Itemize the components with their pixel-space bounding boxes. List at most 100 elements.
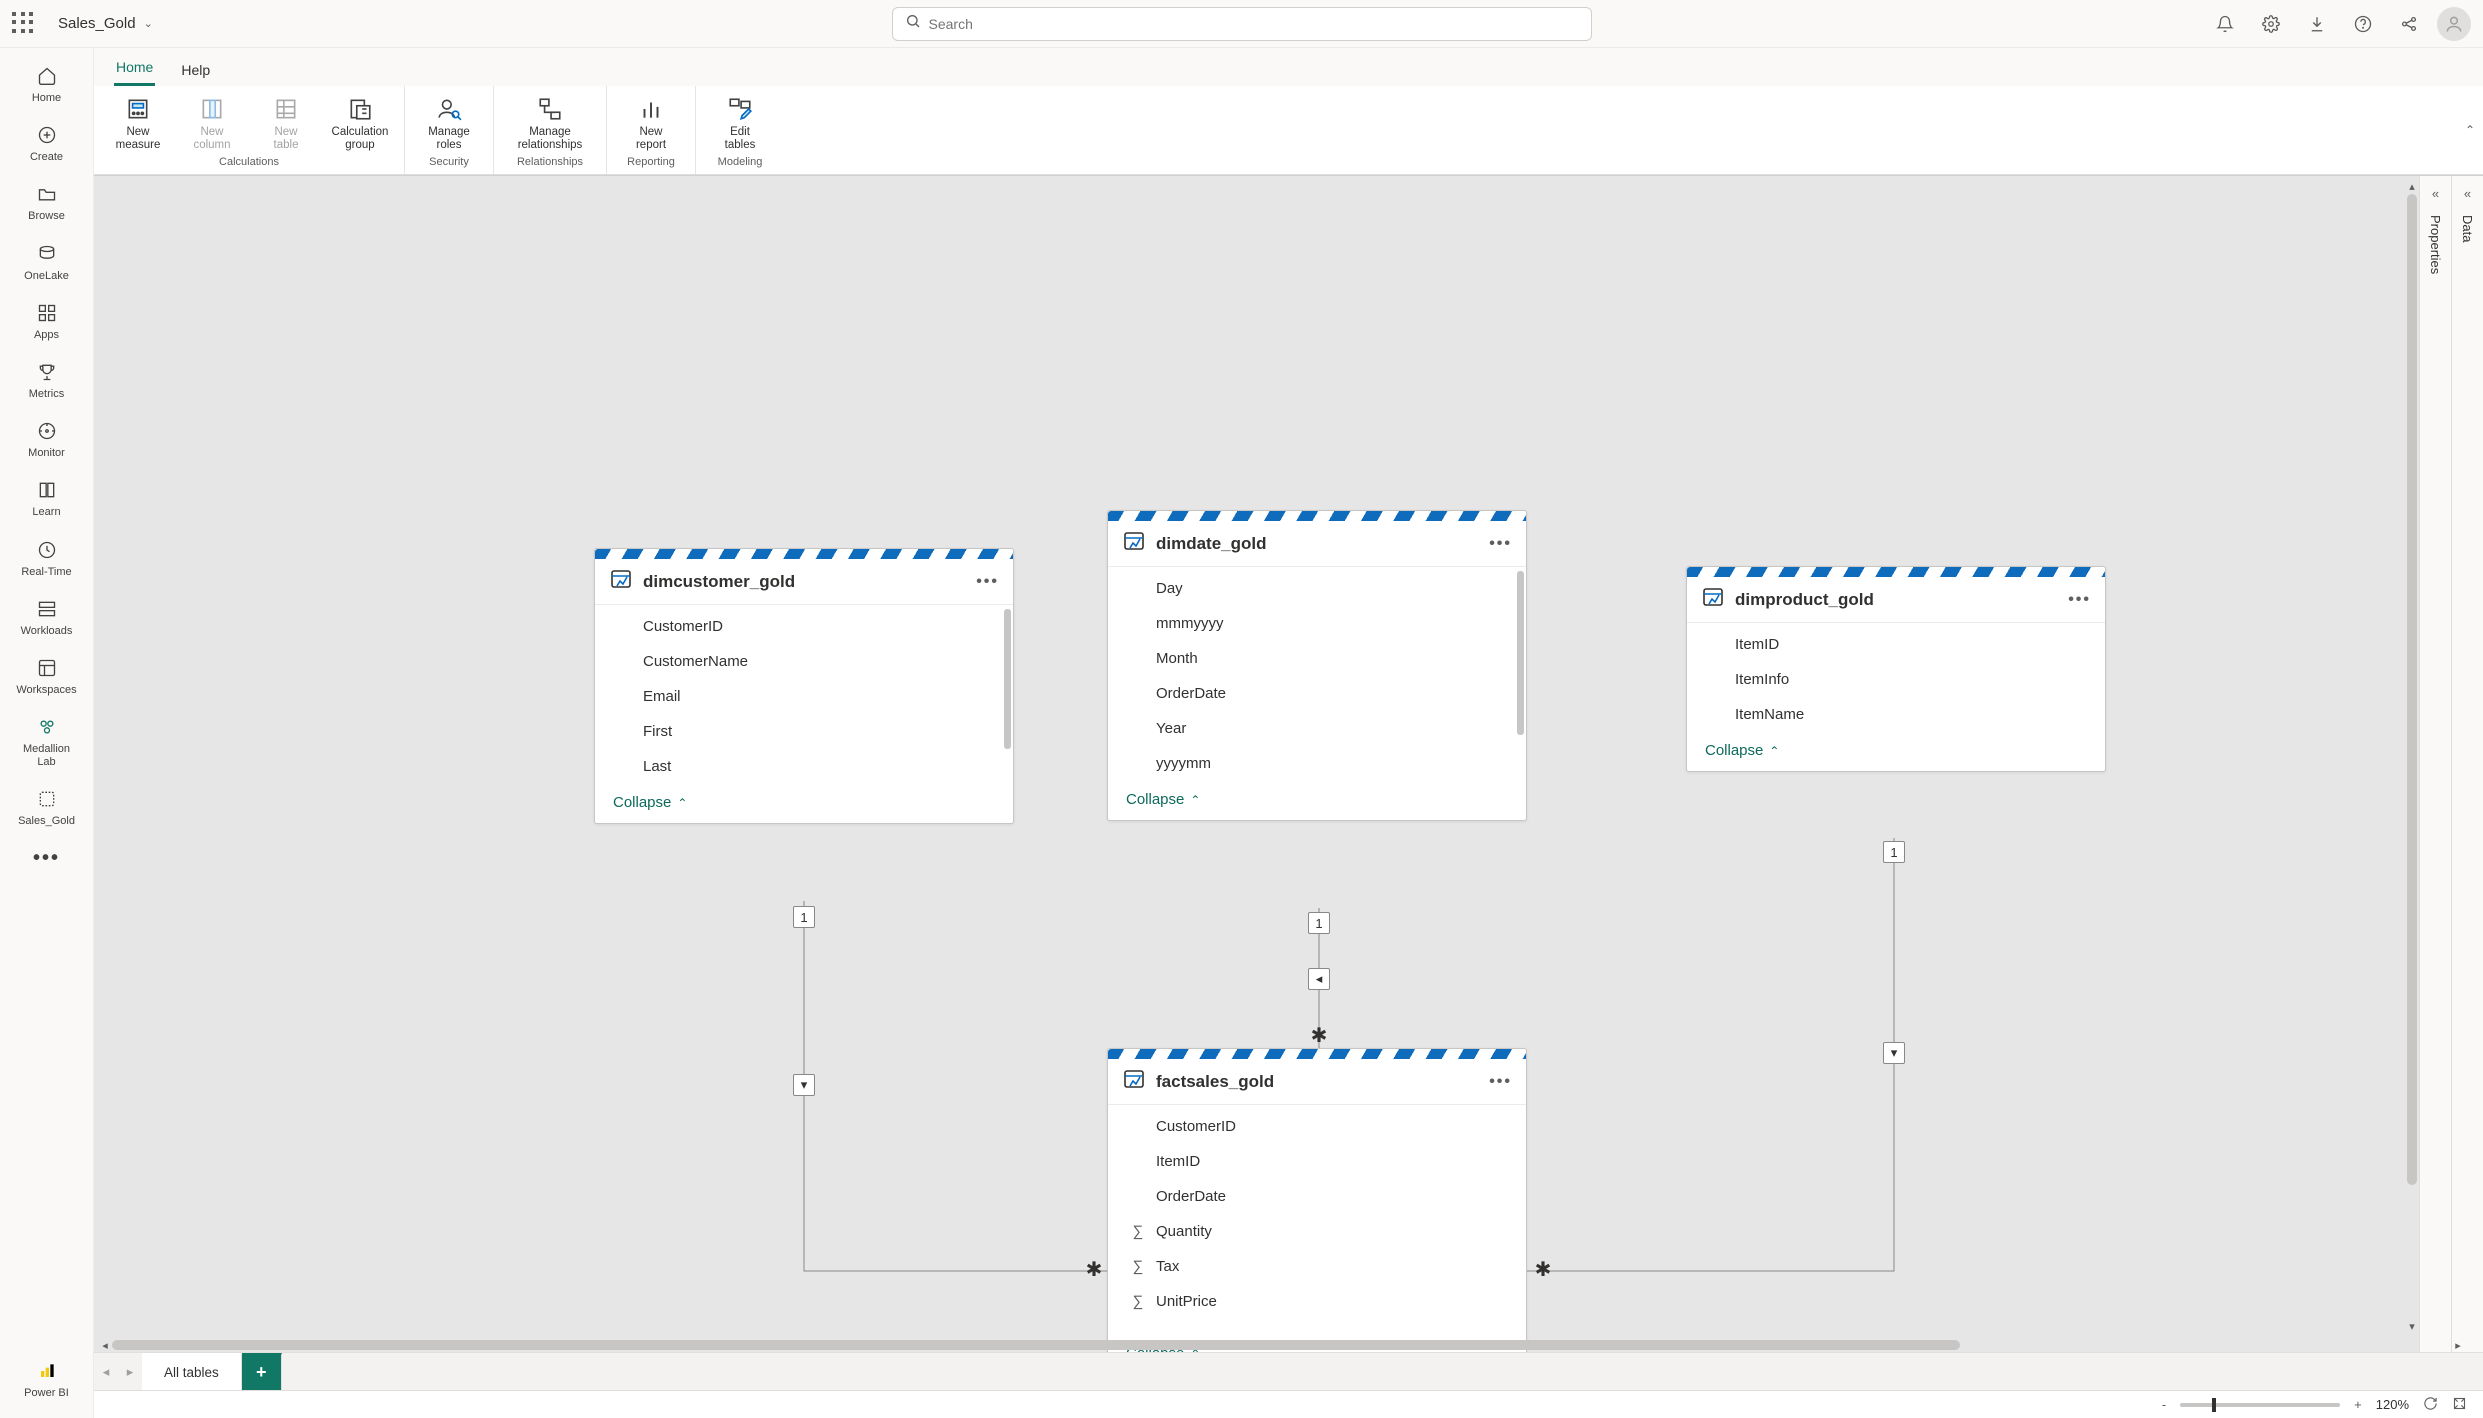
workloads-icon — [35, 597, 59, 621]
fit-to-screen-icon[interactable] — [2452, 1396, 2467, 1414]
share-icon[interactable] — [2391, 6, 2427, 42]
nav-more[interactable]: ••• — [33, 839, 60, 884]
table-factsales-gold[interactable]: factsales_gold ••• CustomerID ItemID Ord… — [1107, 1048, 1527, 1352]
search-box[interactable] — [892, 7, 1592, 41]
collapse-toggle[interactable]: Collapse⌃ — [1687, 736, 2105, 771]
zoom-out-button[interactable]: - — [2162, 1397, 2166, 1412]
manage-roles-button[interactable]: Manage roles — [415, 92, 483, 154]
collapse-toggle[interactable]: Collapse⌃ — [595, 788, 1013, 823]
chevron-up-icon: ⌃ — [1190, 793, 1200, 807]
scroll-down-icon[interactable]: ▾ — [2409, 1320, 2415, 1334]
collapse-toggle[interactable]: Collapse⌃ — [1108, 785, 1526, 820]
column-row[interactable]: mmmyyyy — [1108, 606, 1526, 641]
table-icon — [1122, 1067, 1146, 1096]
column-row[interactable]: OrderDate — [1108, 676, 1526, 711]
column-row[interactable]: CustomerID — [595, 609, 1013, 644]
nav-workloads[interactable]: Workloads — [0, 589, 93, 648]
topbar-actions — [2207, 6, 2471, 42]
calculation-group-button[interactable]: Calculation group — [326, 92, 394, 154]
right-panes: « Properties « Data — [2419, 176, 2483, 1352]
expand-pane-icon[interactable]: « — [2464, 186, 2471, 201]
add-layout-button[interactable]: + — [242, 1353, 282, 1391]
card-scrollbar[interactable] — [1517, 571, 1524, 781]
column-row[interactable]: Year — [1108, 711, 1526, 746]
file-name-dropdown[interactable]: Sales_Gold ⌄ — [58, 15, 153, 32]
column-row[interactable]: Day — [1108, 571, 1526, 606]
nav-apps[interactable]: Apps — [0, 293, 93, 352]
new-measure-button[interactable]: New measure — [104, 92, 172, 154]
tab-home[interactable]: Home — [114, 53, 155, 86]
collapse-ribbon-icon[interactable]: ⌃ — [2465, 123, 2475, 137]
tab-nav-left-icon[interactable]: ◂ — [94, 1364, 118, 1380]
column-row[interactable]: Last — [595, 749, 1013, 784]
properties-pane-collapsed[interactable]: « Properties — [2419, 176, 2451, 1352]
new-report-button[interactable]: New report — [617, 92, 685, 154]
nav-workspaces[interactable]: Workspaces — [0, 648, 93, 707]
nav-learn[interactable]: Learn — [0, 470, 93, 529]
nav-realtime[interactable]: Real-Time — [0, 530, 93, 589]
table-menu-icon[interactable]: ••• — [1489, 535, 1512, 553]
search-input[interactable] — [929, 16, 1579, 32]
scroll-up-icon[interactable]: ▴ — [2409, 180, 2415, 194]
settings-icon[interactable] — [2253, 6, 2289, 42]
column-row[interactable]: ∑UnitPrice — [1108, 1284, 1526, 1319]
notifications-icon[interactable] — [2207, 6, 2243, 42]
nav-medallion-lab[interactable]: Medallion Lab — [0, 707, 93, 779]
tab-help[interactable]: Help — [179, 56, 212, 86]
nav-metrics[interactable]: Metrics — [0, 352, 93, 411]
app-launcher-icon[interactable] — [12, 12, 36, 36]
column-icon — [197, 94, 227, 124]
nav-home[interactable]: Home — [0, 56, 93, 115]
table-dimproduct-gold[interactable]: dimproduct_gold ••• ItemID ItemInfo Item… — [1686, 566, 2106, 772]
nav-create[interactable]: Create — [0, 115, 93, 174]
column-row[interactable]: ItemName — [1687, 697, 2105, 732]
topbar: Sales_Gold ⌄ — [0, 0, 2483, 48]
column-row[interactable]: Email — [595, 679, 1013, 714]
column-row[interactable]: ∑Quantity — [1108, 1214, 1526, 1249]
account-avatar[interactable] — [2437, 7, 2471, 41]
column-row[interactable]: ∑Tax — [1108, 1249, 1526, 1284]
zoom-reset-icon[interactable] — [2423, 1396, 2438, 1414]
canvas-horizontal-scrollbar[interactable]: ◂ ▸ — [98, 1338, 2465, 1352]
column-row[interactable]: OrderDate — [1108, 1179, 1526, 1214]
stripe-decoration — [1108, 511, 1526, 521]
nav-sales-gold[interactable]: Sales_Gold — [0, 779, 93, 838]
table-menu-icon[interactable]: ••• — [1489, 1073, 1512, 1091]
nav-browse[interactable]: Browse — [0, 174, 93, 233]
column-row[interactable]: CustomerID — [1108, 1109, 1526, 1144]
column-row[interactable]: CustomerName — [595, 644, 1013, 679]
expand-pane-icon[interactable]: « — [2432, 186, 2439, 201]
canvas-vertical-scrollbar[interactable]: ▴ ▾ — [2405, 180, 2419, 1334]
edittables-icon — [725, 94, 755, 124]
data-pane-collapsed[interactable]: « Data — [2451, 176, 2483, 1352]
help-icon[interactable] — [2345, 6, 2381, 42]
nav-monitor[interactable]: Monitor — [0, 411, 93, 470]
table-menu-icon[interactable]: ••• — [2068, 591, 2091, 609]
manage-relationships-button[interactable]: Manage relationships — [504, 92, 596, 154]
scroll-right-icon[interactable]: ▸ — [2451, 1339, 2465, 1352]
nav-onelake[interactable]: OneLake — [0, 234, 93, 293]
download-icon[interactable] — [2299, 6, 2335, 42]
cardinality-one: 1 — [1308, 912, 1330, 934]
tab-nav-right-icon[interactable]: ▸ — [118, 1364, 142, 1380]
powerbi-brand[interactable]: Power BI — [0, 1351, 93, 1410]
edit-tables-button[interactable]: Edit tables — [706, 92, 774, 154]
zoom-slider[interactable] — [2180, 1403, 2340, 1407]
column-row[interactable]: yyyymm — [1108, 746, 1526, 781]
column-row[interactable]: ItemID — [1687, 627, 2105, 662]
table-dimcustomer-gold[interactable]: dimcustomer_gold ••• CustomerID Customer… — [594, 548, 1014, 824]
table-dimdate-gold[interactable]: dimdate_gold ••• Day mmmyyyy Month Order… — [1107, 510, 1527, 821]
scroll-left-icon[interactable]: ◂ — [98, 1339, 112, 1352]
report-icon — [636, 94, 666, 124]
zoom-in-button[interactable]: + — [2354, 1397, 2362, 1412]
column-row[interactable]: ItemID — [1108, 1144, 1526, 1179]
column-row[interactable]: ItemInfo — [1687, 662, 2105, 697]
tab-all-tables[interactable]: All tables — [142, 1353, 242, 1391]
table-menu-icon[interactable]: ••• — [976, 573, 999, 591]
chevron-up-icon: ⌃ — [1769, 744, 1779, 758]
column-row[interactable]: First — [595, 714, 1013, 749]
column-row[interactable]: Month — [1108, 641, 1526, 676]
model-canvas[interactable]: 1 ▾ ✱ 1 ◂ ✱ 1 ▾ ✱ dimcustomer_gold ••• — [94, 176, 2483, 1352]
cardinality-one: 1 — [793, 906, 815, 928]
card-scrollbar[interactable] — [1004, 609, 1011, 784]
